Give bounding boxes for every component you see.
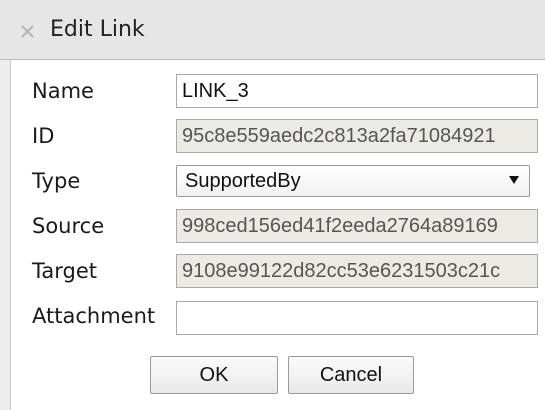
type-select-value: SupportedBy: [185, 170, 301, 192]
type-label: Type: [32, 169, 81, 193]
name-label: Name: [32, 79, 94, 103]
attachment-field[interactable]: [176, 301, 538, 335]
type-select[interactable]: SupportedBy: [176, 165, 530, 197]
title-bar[interactable]: Edit Link: [0, 0, 545, 60]
id-label: ID: [32, 124, 55, 148]
target-label: Target: [32, 259, 97, 283]
id-field[interactable]: 95c8e559aedc2c813a2fa71084921: [176, 119, 538, 153]
close-icon[interactable]: [20, 24, 35, 39]
ok-button[interactable]: OK: [150, 356, 278, 394]
cancel-button[interactable]: Cancel: [288, 356, 414, 394]
chevron-down-icon: [509, 176, 519, 184]
source-label: Source: [32, 214, 105, 238]
source-field[interactable]: 998ced156ed41f2eeda2764a89169: [176, 209, 538, 243]
target-field[interactable]: 9108e99122d82cc53e6231503c21c: [176, 254, 538, 288]
attachment-label: Attachment: [32, 304, 156, 328]
edit-link-dialog: Edit Link Name LINK_3 ID 95c8e559aedc2c8…: [0, 0, 545, 410]
dialog-title: Edit Link: [50, 17, 145, 42]
name-field[interactable]: LINK_3: [176, 74, 538, 108]
